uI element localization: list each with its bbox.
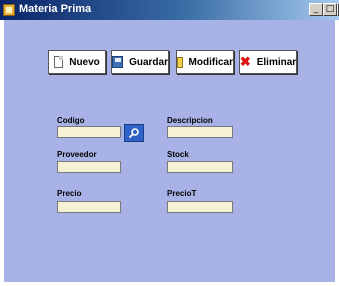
eliminar-button[interactable]: ✖ Eliminar: [239, 50, 297, 74]
maximize-button[interactable]: □: [323, 3, 337, 16]
materia-prima-window: Materia Prima _ □ x Nuevo Guardar Modifi…: [0, 0, 339, 286]
form-client-area: Nuevo Guardar Modificar ✖ Eliminar Codig…: [4, 20, 335, 282]
search-icon: [128, 128, 139, 139]
guardar-button[interactable]: Guardar: [111, 50, 169, 74]
delete-x-icon: ✖: [239, 54, 251, 69]
proveedor-field[interactable]: [57, 161, 121, 173]
nuevo-button[interactable]: Nuevo: [48, 50, 106, 74]
app-icon: [3, 4, 15, 16]
descripcion-field[interactable]: [167, 126, 233, 138]
stock-field[interactable]: [167, 161, 233, 173]
modificar-label: Modificar: [188, 56, 233, 68]
codigo-label: Codigo: [57, 116, 85, 125]
window-title: Materia Prima: [19, 3, 92, 15]
nuevo-label: Nuevo: [69, 56, 100, 68]
guardar-label: Guardar: [129, 56, 168, 68]
minimize-button[interactable]: _: [309, 3, 323, 16]
codigo-field[interactable]: [57, 126, 121, 138]
edit-icon: [177, 56, 183, 68]
precio-field[interactable]: [57, 201, 121, 213]
preciot-label: PrecioT: [167, 189, 197, 198]
modificar-button[interactable]: Modificar: [176, 50, 234, 74]
title-bar[interactable]: Materia Prima _ □ x: [0, 0, 339, 20]
preciot-field[interactable]: [167, 201, 233, 213]
descripcion-label: Descripcion: [167, 116, 213, 125]
proveedor-label: Proveedor: [57, 150, 97, 159]
eliminar-label: Eliminar: [256, 56, 297, 68]
save-disk-icon: [112, 56, 124, 68]
buscar-button[interactable]: [124, 124, 144, 142]
new-document-icon: [54, 56, 64, 68]
precio-label: Precio: [57, 189, 82, 198]
stock-label: Stock: [167, 150, 189, 159]
